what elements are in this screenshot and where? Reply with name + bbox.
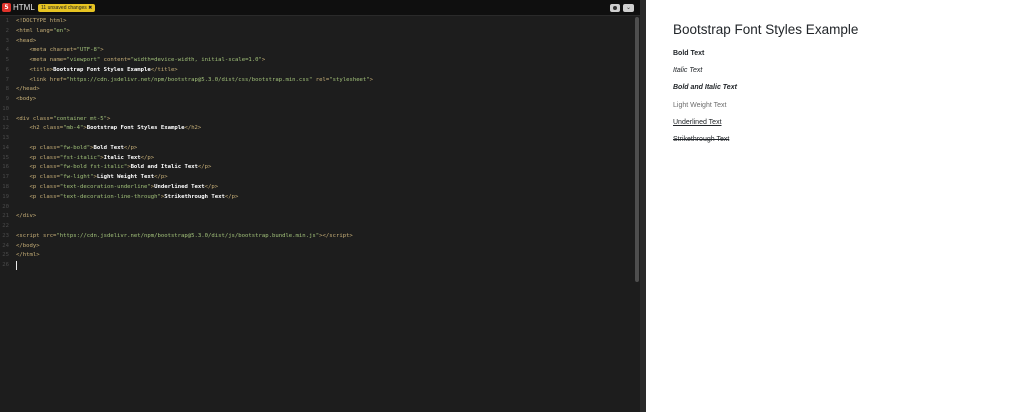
line-number: 13 [2, 135, 9, 142]
code-text: <p class="fw-light">Light Weight Text</p… [29, 174, 168, 181]
code-line: 11 <div class="container mt-5"> [0, 115, 630, 125]
code-line: 9 <body> [0, 95, 630, 105]
code-line: 7 <link href="https://cdn.jsdelivr.net/n… [0, 76, 630, 86]
line-number: 8 [5, 86, 9, 93]
line-number: 2 [5, 27, 9, 34]
code-text: <meta charset="UTF-8"> [29, 47, 104, 54]
code-text: <head> [16, 37, 37, 44]
code-text: <p class="text-decoration-underline">Und… [29, 184, 219, 191]
code-line: 19 <p class="text-decoration-line-throug… [0, 193, 630, 203]
line-number: 23 [2, 232, 9, 239]
line-number: 24 [2, 242, 9, 249]
line-number: 19 [2, 193, 9, 200]
code-line: 3 <head> [0, 37, 630, 47]
code-line: 20 [0, 203, 630, 213]
code-text: <p class="fw-bold">Bold Text</p> [29, 144, 138, 151]
code-text: <div class="container mt-5"> [16, 115, 111, 122]
code-area[interactable]: 1 <!DOCTYPE html> 2 <html lang="en"> 3 <hea… [0, 17, 630, 271]
editor-scrollbar-thumb[interactable] [635, 17, 639, 282]
code-text: </div> [16, 213, 37, 220]
line-number: 25 [2, 252, 9, 259]
code-text: <link href="https://cdn.jsdelivr.net/npm… [29, 76, 374, 83]
preview-pane: Bootstrap Font Styles Example Bold Text … [646, 0, 1024, 412]
line-number: 16 [2, 164, 9, 171]
line-number: 26 [2, 262, 9, 269]
html5-icon: 5 [2, 3, 11, 12]
code-line: 1 <!DOCTYPE html> [0, 17, 630, 27]
code-line: 25 </html> [0, 251, 630, 261]
code-line: 13 [0, 134, 630, 144]
code-text: <meta name="viewport" content="width=dev… [29, 57, 266, 64]
code-text: </body> [16, 242, 40, 249]
code-line: 15 <p class="fst-italic">Italic Text</p> [0, 154, 630, 164]
code-line: 2 <html lang="en"> [0, 27, 630, 37]
line-number: 10 [2, 105, 9, 112]
code-text: <body> [16, 96, 37, 103]
code-line: 16 <p class="fw-bold fst-italic">Bold an… [0, 163, 630, 173]
text-cursor [16, 261, 17, 271]
line-number: 5 [5, 57, 9, 64]
line-number: 7 [5, 76, 9, 83]
code-text: <script src="https://cdn.jsdelivr.net/np… [16, 232, 353, 239]
preview-underlined-text: Underlined Text [673, 119, 722, 126]
line-number: 20 [2, 203, 9, 210]
line-number: 9 [5, 96, 9, 103]
preview-strikethrough-text: Strikethrough Text [673, 136, 730, 143]
line-number: 14 [2, 144, 9, 151]
editor-toolbar: 5 HTML 11 unsaved changes ✖ ⌄ [0, 0, 640, 16]
line-number: 1 [5, 18, 9, 24]
line-number: 6 [5, 66, 9, 73]
line-number: 4 [5, 47, 9, 54]
code-text: <h2 class="mb-4">Bootstrap Font Styles E… [29, 125, 202, 132]
code-text: <title>Bootstrap Font Styles Example</ti… [29, 66, 178, 73]
line-number: 21 [2, 213, 9, 220]
code-line: 4 <meta charset="UTF-8"> [0, 46, 630, 56]
preview-light-text: Light Weight Text [673, 102, 727, 109]
unsaved-changes-badge[interactable]: 11 unsaved changes ✖ [38, 4, 96, 12]
preview-italic-text: Italic Text [673, 67, 703, 74]
code-line: 22 [0, 222, 630, 232]
code-line: 10 [0, 105, 630, 115]
chevron-down-icon[interactable]: ⌄ [623, 4, 634, 12]
preview-bold-text: Bold Text [673, 50, 705, 57]
code-line: 21 </div> [0, 212, 630, 222]
line-number: 18 [2, 184, 9, 191]
code-line: 14 <p class="fw-bold">Bold Text</p> [0, 144, 630, 154]
code-line: 23 <script src="https://cdn.jsdelivr.net/… [0, 232, 630, 242]
code-line: 17 <p class="fw-light">Light Weight Text… [0, 173, 630, 183]
line-number: 3 [5, 37, 9, 44]
code-line: 6 <title>Bootstrap Font Styles Example</… [0, 66, 630, 76]
code-text: <!DOCTYPE html> [16, 18, 67, 24]
line-number: 12 [2, 125, 9, 132]
code-line: 8 </head> [0, 85, 630, 95]
preview-bold-italic-text: Bold and Italic Text [673, 84, 737, 91]
toggle-icon[interactable] [610, 4, 620, 12]
code-text: <p class="text-decoration-line-through">… [29, 193, 239, 200]
code-text: <p class="fw-bold fst-italic">Bold and I… [29, 164, 212, 171]
line-number: 22 [2, 223, 9, 230]
code-editor-pane[interactable]: 5 HTML 11 unsaved changes ✖ ⌄ 1 <!DOCTYPE… [0, 0, 640, 412]
code-line: 12 <h2 class="mb-4">Bootstrap Font Style… [0, 124, 630, 134]
line-number: 17 [2, 174, 9, 181]
line-number: 15 [2, 154, 9, 161]
language-label[interactable]: HTML [13, 2, 35, 13]
code-text: <p class="fst-italic">Italic Text</p> [29, 154, 155, 161]
code-text: </html> [16, 252, 40, 259]
code-line: 5 <meta name="viewport" content="width=d… [0, 56, 630, 66]
code-text: </head> [16, 86, 40, 93]
code-line: 26 [0, 261, 630, 271]
preview-heading: Bootstrap Font Styles Example [673, 22, 859, 37]
code-line: 18 <p class="text-decoration-underline">… [0, 183, 630, 193]
code-line: 24 </body> [0, 242, 630, 252]
code-text: <html lang="en"> [16, 27, 70, 34]
line-number: 11 [2, 115, 9, 122]
